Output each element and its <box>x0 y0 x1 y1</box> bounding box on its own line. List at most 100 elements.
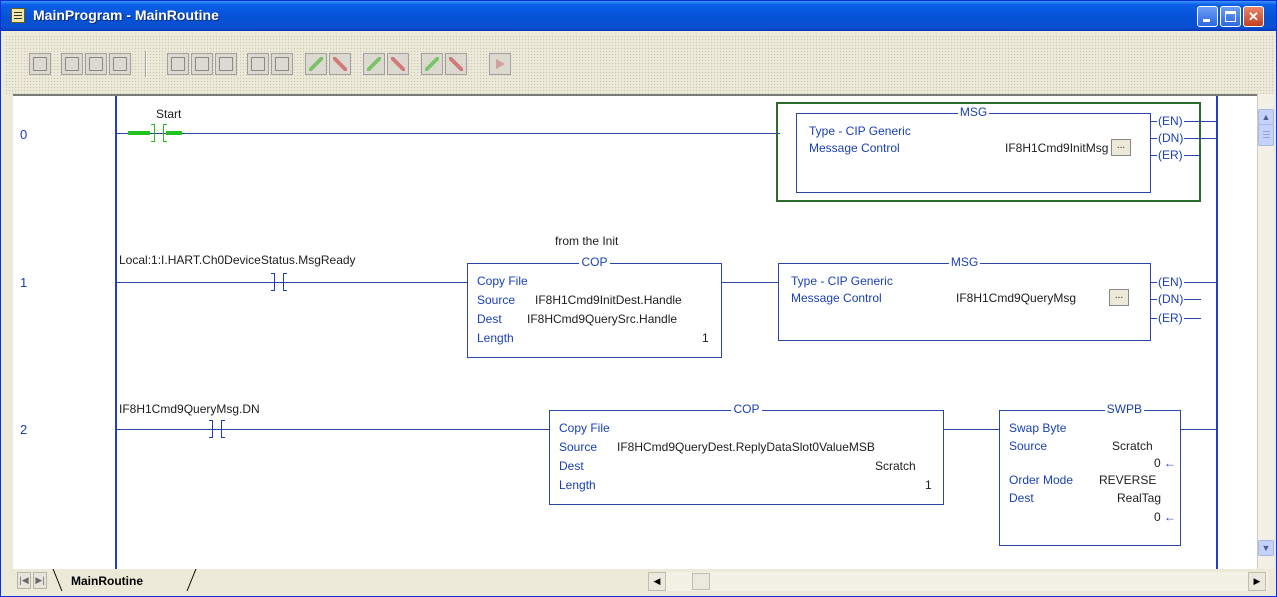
dest-label: Dest <box>1009 491 1034 505</box>
rung-icon <box>33 57 47 71</box>
branch-level-button[interactable] <box>109 53 131 75</box>
accept-edit-icon <box>309 57 323 71</box>
right-power-rail <box>1216 96 1218 569</box>
scroll-down-button[interactable]: ▼ <box>1258 540 1274 556</box>
cancel-edit-button[interactable] <box>329 53 351 75</box>
rung-wire <box>1181 429 1216 430</box>
cop-instruction[interactable]: COP Copy File Source IF8HCmd9QueryDest.R… <box>549 402 944 505</box>
rung-number[interactable]: 2 <box>20 422 27 437</box>
next-tab-button[interactable]: ▶| <box>33 572 47 589</box>
maximize-button[interactable] <box>1220 6 1241 27</box>
accept-pending-button[interactable] <box>363 53 385 75</box>
message-control-value[interactable]: IF8H1Cmd9QueryMsg <box>956 291 1076 305</box>
value-arrow-icon: ← <box>1164 456 1177 470</box>
cancel-pending-button[interactable] <box>387 53 409 75</box>
new-rung-button[interactable] <box>61 53 83 75</box>
maximize-icon <box>1225 11 1236 22</box>
first-tab-button[interactable]: |◀ <box>17 572 31 589</box>
value-arrow-icon: ← <box>1164 510 1177 524</box>
message-config-button[interactable]: ... <box>1109 289 1129 306</box>
message-control-label: Message Control <box>791 291 882 305</box>
tab-mainroutine[interactable]: MainRoutine <box>52 569 203 591</box>
test-edits-button[interactable] <box>489 53 511 75</box>
toolbar-separator <box>145 51 147 77</box>
xic-button[interactable] <box>167 53 189 75</box>
scroll-left-button[interactable]: ◀ <box>648 572 666 591</box>
assemble-button[interactable] <box>421 53 443 75</box>
xio-button[interactable] <box>191 53 213 75</box>
horizontal-scroll-thumb[interactable] <box>692 573 710 590</box>
instruction-header: MSG <box>957 105 990 119</box>
source-value[interactable]: IF8HCmd9QueryDest.ReplyDataSlot0ValueMSB <box>617 440 875 454</box>
branch-level-icon <box>113 57 127 71</box>
cancel-edit-icon <box>333 57 347 71</box>
new-branch-button[interactable] <box>85 53 107 75</box>
close-button[interactable]: ✕ <box>1243 6 1264 27</box>
rung-wire <box>117 429 549 430</box>
assemble-icon <box>425 57 439 71</box>
cop-title: Copy File <box>559 421 610 435</box>
source-label: Source <box>1009 439 1048 453</box>
accept-pending-icon <box>367 57 381 71</box>
minimize-button[interactable] <box>1197 6 1218 27</box>
otu-icon <box>275 57 289 71</box>
title-bar[interactable]: MainProgram - MainRoutine ✕ <box>1 1 1276 31</box>
ladder-toolbar <box>5 35 1273 95</box>
xic-contact[interactable] <box>201 420 233 438</box>
message-config-button[interactable]: ... <box>1111 139 1131 156</box>
en-output: (EN) <box>1157 114 1184 128</box>
dest-value[interactable]: IF8HCmd9QuerySrc.Handle <box>527 312 677 326</box>
message-control-label: Message Control <box>809 141 900 155</box>
cop-instruction[interactable]: COP Copy File Source IF8H1Cmd9InitDest.H… <box>467 255 722 358</box>
length-value[interactable]: 1 <box>702 331 709 345</box>
rung-number[interactable]: 0 <box>20 127 27 142</box>
tab-label: MainRoutine <box>71 574 143 588</box>
source-value[interactable]: Scratch <box>1112 439 1153 453</box>
source-label: Source <box>477 293 516 307</box>
rung-number[interactable]: 1 <box>20 275 27 290</box>
swpb-title: Swap Byte <box>1009 421 1067 435</box>
ote-button[interactable] <box>215 53 237 75</box>
rung-comment[interactable]: from the Init <box>555 234 618 248</box>
scroll-right-button[interactable]: ▶ <box>1248 572 1266 591</box>
order-mode-value[interactable]: REVERSE <box>1099 473 1156 487</box>
vertical-scroll-thumb[interactable] <box>1258 124 1274 146</box>
xio-icon <box>195 57 209 71</box>
order-mode-label: Order Mode <box>1009 473 1074 487</box>
rung-button[interactable] <box>29 53 51 75</box>
msg-instruction[interactable]: MSG Type - CIP Generic Message Control I… <box>778 255 1151 341</box>
dest-value[interactable]: RealTag <box>1117 491 1161 505</box>
new-rung-icon <box>65 57 79 71</box>
close-icon: ✕ <box>1248 9 1259 24</box>
cancel-pending-icon <box>391 57 405 71</box>
message-control-value[interactable]: IF8H1Cmd9InitMsg <box>1005 141 1108 155</box>
length-value[interactable]: 1 <box>925 478 932 492</box>
vertical-scrollbar[interactable]: ▲ ▼ <box>1257 94 1274 569</box>
dest-value[interactable]: Scratch <box>875 459 916 473</box>
ladder-editor[interactable]: 0 Start MSG Type - CIP Generic Message C… <box>13 94 1257 569</box>
otu-button[interactable] <box>271 53 293 75</box>
length-label: Length <box>559 478 596 492</box>
instruction-header: SWPB <box>1104 402 1144 416</box>
source-label: Source <box>559 440 598 454</box>
new-branch-icon <box>89 57 103 71</box>
source-value[interactable]: IF8H1Cmd9InitDest.Handle <box>535 293 682 307</box>
routine-window: MainProgram - MainRoutine ✕ 0 Start MSG … <box>0 0 1277 597</box>
horizontal-scrollbar[interactable]: ◀ ▶ <box>648 572 1268 591</box>
dn-output: (DN) <box>1157 131 1185 145</box>
msg-instruction[interactable]: MSG Type - CIP Generic Message Control I… <box>796 105 1151 193</box>
scroll-right-icon: ▶ <box>1253 576 1261 586</box>
cancel-assemble-button[interactable] <box>445 53 467 75</box>
xic-contact[interactable] <box>263 273 295 291</box>
cop-title: Copy File <box>477 274 528 288</box>
swpb-instruction[interactable]: SWPB Swap Byte Source Scratch 0 ← Order … <box>999 402 1181 546</box>
contact-tag[interactable]: Start <box>156 107 181 121</box>
xic-contact[interactable] <box>143 124 175 142</box>
accept-edit-button[interactable] <box>305 53 327 75</box>
contact-tag[interactable]: Local:1:I.HART.Ch0DeviceStatus.MsgReady <box>119 253 356 267</box>
scroll-up-button[interactable]: ▲ <box>1258 109 1274 125</box>
instruction-header: MSG <box>948 255 981 269</box>
contact-tag[interactable]: IF8H1Cmd9QueryMsg.DN <box>119 402 260 416</box>
otl-button[interactable] <box>247 53 269 75</box>
length-label: Length <box>477 331 514 345</box>
